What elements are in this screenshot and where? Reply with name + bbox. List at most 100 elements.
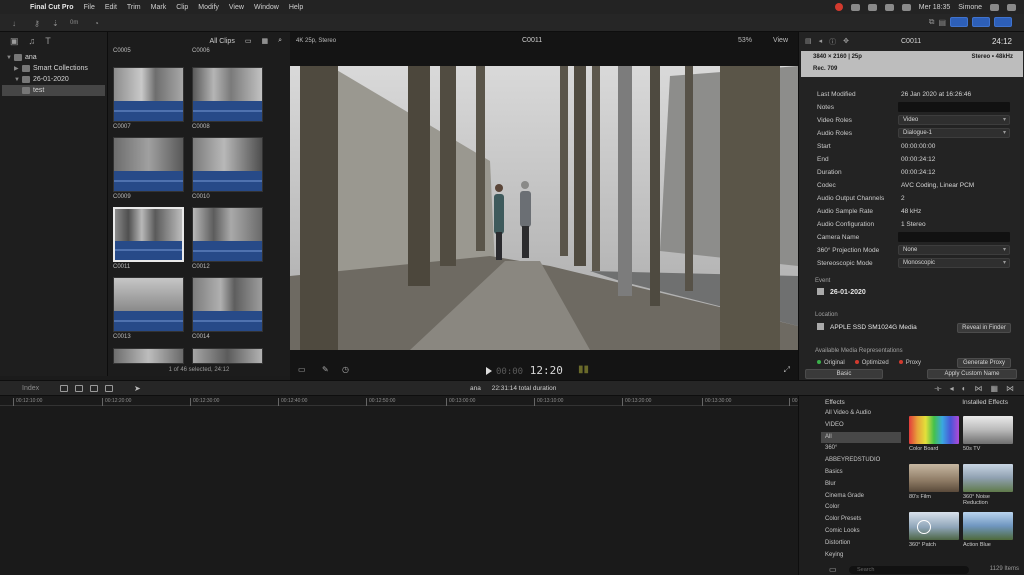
audio-roles-popup[interactable]: Dialogue-1 <box>898 128 1010 138</box>
background-tasks-label[interactable]: 0m <box>70 18 78 28</box>
clip-item[interactable]: C0013 <box>113 277 184 340</box>
control-center-icon[interactable] <box>1007 3 1016 11</box>
installed-effects-menu[interactable]: Installed Effects <box>962 399 1008 406</box>
viewer-display-options-icon[interactable]: ▭ <box>298 365 306 374</box>
clip-item[interactable] <box>113 348 184 364</box>
effects-browser-icon[interactable]: ▦ <box>990 384 998 394</box>
overwrite-clip-icon[interactable] <box>105 385 113 392</box>
clip-item[interactable]: C0012 <box>192 207 263 270</box>
retime-icon[interactable]: ◷ <box>342 365 349 374</box>
notes-field[interactable] <box>898 102 1010 112</box>
clip-thumbnail[interactable] <box>113 137 184 192</box>
disclosure-icon[interactable]: ▶ <box>14 65 22 72</box>
volume-icon[interactable] <box>901 3 911 11</box>
solo-icon[interactable]: ◐ <box>962 384 967 394</box>
disclosure-icon[interactable]: ▼ <box>6 55 14 61</box>
effects-category[interactable]: All Video & Audio <box>821 408 901 420</box>
effects-category[interactable]: ABBEYREDSTUDIO <box>821 455 901 467</box>
sidebar-item-test[interactable]: test <box>2 85 105 96</box>
clip-thumbnail[interactable] <box>113 277 184 332</box>
snapping-icon[interactable]: ⋈ <box>974 384 982 394</box>
viewer-view-menu[interactable]: View <box>773 37 788 44</box>
timeline-ruler[interactable]: 00:12:10:00 00:12:20:00 00:12:30:00 00:1… <box>0 396 818 406</box>
menu-view[interactable]: View <box>229 4 244 11</box>
generate-proxy-button[interactable]: Generate Proxy <box>957 358 1011 368</box>
clip-item[interactable]: C0009 <box>113 137 184 200</box>
projection-mode-popup[interactable]: None <box>898 245 1010 255</box>
timeline-index-button[interactable]: Index <box>22 385 39 392</box>
clip-item-selected[interactable]: C0011 <box>113 207 184 270</box>
camera-name-field[interactable] <box>898 232 1010 242</box>
enhancements-icon[interactable]: ✎ <box>322 365 329 374</box>
import-icon[interactable]: ↓ <box>12 18 16 28</box>
media-proxy[interactable]: Proxy <box>898 360 921 366</box>
effects-category-selected[interactable]: All <box>821 431 901 444</box>
photos-audio-icon[interactable]: ♫ <box>29 36 36 48</box>
reveal-in-finder-button[interactable]: Reveal in Finder <box>957 323 1011 333</box>
clip-thumbnail[interactable] <box>113 207 184 262</box>
keyword-icon[interactable]: ⚷ <box>34 18 40 28</box>
effect-tile[interactable]: 50s TV <box>963 416 1013 452</box>
effect-tile[interactable]: 360° Patch <box>909 512 959 548</box>
layout-icon[interactable]: ▤ <box>938 17 946 27</box>
clip-thumbnail[interactable] <box>192 67 263 122</box>
clip-item[interactable]: C0007 <box>113 67 184 130</box>
skimming-icon[interactable]: ⟛ <box>934 384 941 394</box>
menu-app-name[interactable]: Final Cut Pro <box>30 4 74 11</box>
menu-help[interactable]: Help <box>289 4 303 11</box>
sidebar-toggle-icon[interactable]: ▭ <box>829 565 837 574</box>
disclosure-icon[interactable]: ▼ <box>14 77 22 83</box>
insert-clip-icon[interactable] <box>75 385 83 392</box>
effects-category[interactable]: 360° <box>821 443 901 455</box>
clip-thumbnail[interactable] <box>192 277 263 332</box>
sidebar-item-smart-collections[interactable]: ▶ Smart Collections <box>0 63 107 74</box>
transitions-browser-icon[interactable]: ⋈ <box>1006 384 1014 394</box>
menu-clock[interactable]: Mer 18:35 <box>919 4 951 11</box>
search-icon[interactable]: ⌕ <box>278 37 282 45</box>
clip-appearance-icon[interactable]: ▭ <box>245 37 252 45</box>
effects-category[interactable]: Cinema Grade <box>821 491 901 503</box>
effects-category[interactable]: Comic Looks <box>821 526 901 538</box>
background-tasks-icon[interactable]: ◔ <box>94 18 99 28</box>
wifi-icon[interactable] <box>884 3 894 11</box>
share-inspector-icon[interactable]: ✥ <box>843 37 849 47</box>
effects-category[interactable]: Distortion <box>821 538 901 550</box>
menu-mark[interactable]: Mark <box>151 4 167 11</box>
share-icon[interactable]: ⧉ <box>929 17 935 27</box>
clip-thumbnail[interactable] <box>113 348 184 364</box>
menu-file[interactable]: File <box>84 4 95 11</box>
clip-thumbnail[interactable] <box>192 137 263 192</box>
clip-thumbnail[interactable] <box>192 348 263 364</box>
clip-item[interactable] <box>192 348 263 364</box>
all-clips-filter[interactable]: All Clips <box>210 38 235 45</box>
video-inspector-icon[interactable]: ▤ <box>805 37 812 47</box>
connect-clip-icon[interactable] <box>60 385 68 392</box>
effect-tile[interactable]: Action Blue <box>963 512 1013 548</box>
audio-skimming-icon[interactable]: ◂ <box>950 384 954 394</box>
effect-tile[interactable]: Color Board <box>909 416 959 452</box>
sidebar-library[interactable]: ▼ ana <box>0 52 107 63</box>
viewer-timecode[interactable]: 00:00 12:20 <box>496 364 563 377</box>
clip-thumbnail[interactable] <box>192 207 263 262</box>
effects-category[interactable]: VIDEO <box>821 420 901 432</box>
libraries-icon[interactable]: ▣ <box>10 36 19 48</box>
clip-item[interactable]: C0010 <box>192 137 263 200</box>
viewer-video-frame[interactable] <box>290 66 798 350</box>
menu-edit[interactable]: Edit <box>105 4 117 11</box>
recording-icon[interactable] <box>834 3 843 11</box>
timeline[interactable]: 00:12:10:00 00:12:20:00 00:12:30:00 00:1… <box>0 396 818 575</box>
clip-item[interactable]: C0014 <box>192 277 263 340</box>
clip-item[interactable]: C0008 <box>192 67 263 130</box>
battery-icon[interactable] <box>867 3 877 11</box>
info-inspector-icon[interactable]: ⓘ <box>829 37 836 47</box>
browser-toggle[interactable] <box>950 17 968 27</box>
fullscreen-icon[interactable]: ⤢ <box>784 365 790 375</box>
effects-category[interactable]: Color <box>821 502 901 514</box>
effect-tile[interactable]: 360° Noise Reduction <box>963 464 1013 506</box>
viewer-zoom[interactable]: 53% <box>738 37 752 44</box>
effects-category[interactable]: Keying <box>821 550 901 562</box>
filmstrip-icon[interactable]: ▦ <box>261 37 268 45</box>
menu-clip[interactable]: Clip <box>176 4 188 11</box>
effect-tile[interactable]: 80's Film <box>909 464 959 500</box>
inspector-toggle[interactable] <box>994 17 1012 27</box>
